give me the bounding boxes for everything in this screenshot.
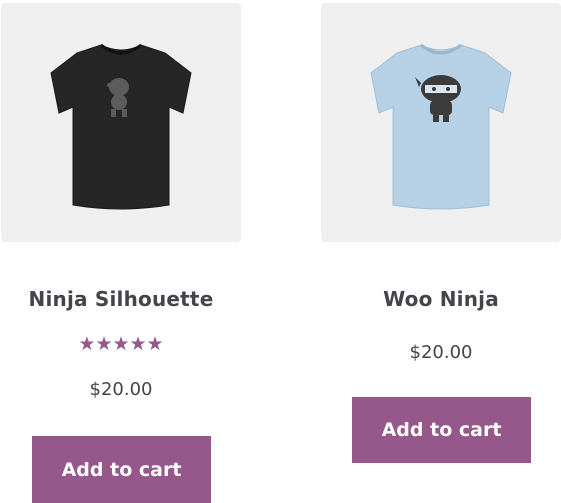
product-price: $20.00 bbox=[409, 342, 473, 363]
product-image-ninja-silhouette[interactable] bbox=[1, 3, 241, 242]
product-title[interactable]: Ninja Silhouette bbox=[1, 287, 241, 311]
add-to-cart-button[interactable]: Add to cart bbox=[32, 436, 211, 503]
product-price: $20.00 bbox=[89, 379, 153, 400]
product-title[interactable]: Woo Ninja bbox=[321, 287, 561, 311]
star-rating: ★★★★★ bbox=[78, 333, 164, 355]
add-to-cart-button[interactable]: Add to cart bbox=[352, 397, 531, 463]
black-tshirt-image bbox=[50, 43, 192, 210]
product-image-woo-ninja[interactable] bbox=[321, 3, 561, 242]
blue-tshirt-image bbox=[370, 43, 512, 210]
